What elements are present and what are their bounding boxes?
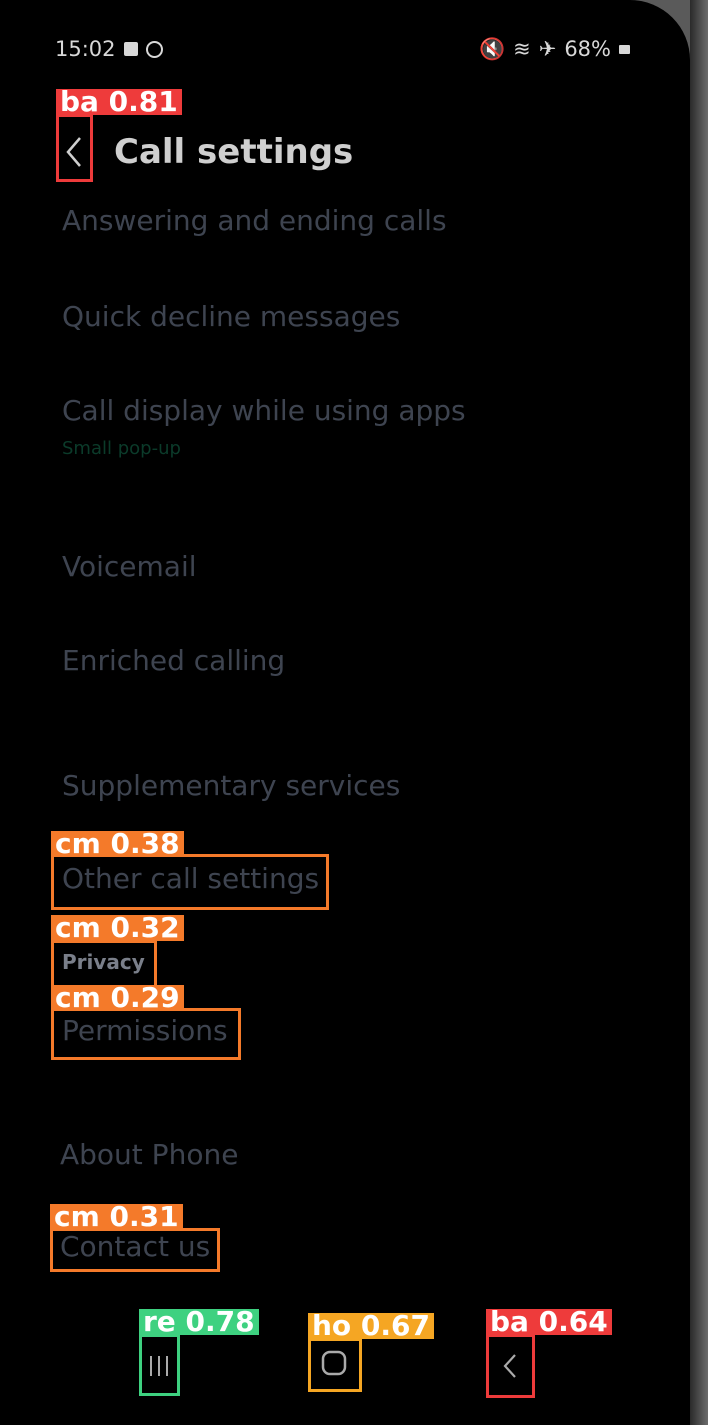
detection-box: [56, 114, 93, 182]
battery-icon: [619, 44, 630, 54]
detection-label: re 0.78: [139, 1308, 259, 1336]
detection-box: [51, 854, 329, 910]
detection-box: [50, 1228, 220, 1272]
phone-screen: 15:02 🔇 ≋ ✈ 68% Call settings Answering …: [0, 0, 690, 1425]
detection-label: ba 0.64: [486, 1308, 612, 1336]
detection-label: ho 0.67: [308, 1312, 435, 1340]
answering-ending-calls-item[interactable]: Answering and ending calls: [62, 204, 447, 237]
detection-box: [308, 1338, 362, 1392]
alarm-notification-icon: [145, 40, 163, 58]
device-edge: [690, 0, 708, 1425]
quick-decline-messages-item[interactable]: Quick decline messages: [62, 300, 400, 333]
call-display-item[interactable]: Call display while using apps: [62, 394, 466, 427]
gallery-notification-icon: [123, 42, 138, 56]
detection-label: cm 0.32: [51, 914, 184, 942]
detection-label: ba 0.81: [56, 88, 182, 116]
call-display-subtitle: Small pop-up: [62, 438, 181, 459]
about-phone-item[interactable]: About Phone: [60, 1138, 238, 1171]
detection-label: cm 0.31: [50, 1203, 183, 1231]
status-time: 15:02: [55, 37, 116, 61]
airplane-icon: ✈: [538, 37, 557, 61]
battery-percent: 68%: [564, 37, 611, 61]
detection-box: [51, 1008, 241, 1060]
app-header: Call settings: [56, 116, 353, 188]
supplementary-services-item[interactable]: Supplementary services: [62, 769, 400, 802]
mute-icon: 🔇: [478, 36, 506, 61]
detection-box: [486, 1334, 535, 1398]
voicemail-item[interactable]: Voicemail: [62, 550, 197, 583]
wifi-icon: ≋: [513, 37, 531, 61]
status-bar: 15:02 🔇 ≋ ✈ 68%: [55, 34, 630, 64]
enriched-calling-item[interactable]: Enriched calling: [62, 644, 285, 677]
page-title: Call settings: [114, 132, 354, 172]
detection-box: [139, 1334, 180, 1396]
